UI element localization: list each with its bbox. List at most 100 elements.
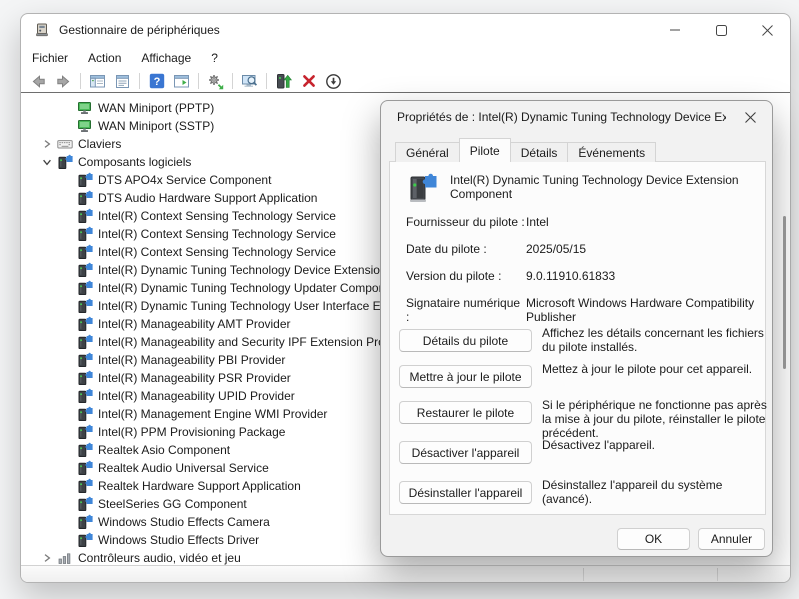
software-component-large-icon (403, 170, 439, 206)
minimize-button[interactable] (652, 14, 698, 46)
tree-item-label: Intel(R) Manageability AMT Provider (98, 317, 291, 331)
field-label: Date du pilote : (406, 242, 526, 256)
software-component-icon (77, 262, 93, 278)
menu-fichier[interactable]: Fichier (23, 48, 77, 68)
uninstall-icon (301, 73, 317, 89)
titlebar[interactable]: Gestionnaire de périphériques (21, 14, 790, 46)
scan-hardware-changes-button[interactable] (203, 71, 228, 92)
software-component-icon (77, 226, 93, 242)
close-icon (745, 112, 756, 123)
ok-button[interactable]: OK (617, 528, 690, 550)
remote-computer-button[interactable] (237, 71, 262, 92)
tree-item-label: Intel(R) Dynamic Tuning Technology Devic… (98, 263, 387, 277)
forward-button[interactable] (51, 71, 76, 92)
disable-icon (325, 73, 342, 90)
maximize-button[interactable] (698, 14, 744, 46)
disable-device-button[interactable]: Désactiver l'appareil (399, 441, 532, 464)
driver-field: Version du pilote :9.0.11910.61833 (406, 269, 756, 283)
help-button[interactable]: ? (144, 71, 169, 92)
software-component-icon (77, 388, 93, 404)
screen: Gestionnaire de périphériques FichierAct… (0, 0, 799, 599)
software-component-icon (77, 478, 93, 494)
window-title: Gestionnaire de périphériques (59, 23, 220, 37)
tree-item-label: Intel(R) PPM Provisioning Package (98, 425, 285, 439)
dialog-close-button[interactable] (740, 107, 760, 127)
tree-item-label: WAN Miniport (SSTP) (98, 119, 214, 133)
field-label: Fournisseur du pilote : (406, 215, 526, 229)
software-component-icon (77, 172, 93, 188)
roll-back-driver-button[interactable]: Restaurer le pilote (399, 401, 532, 424)
update-driver-toolbar-button[interactable] (271, 71, 296, 92)
tab-evenements[interactable]: Événements (567, 142, 656, 162)
software-component-icon (77, 244, 93, 260)
computer-search-icon (241, 73, 258, 90)
close-icon (762, 25, 773, 36)
tree-item-label: Intel(R) Context Sensing Technology Serv… (98, 227, 336, 241)
forward-arrow-icon (55, 73, 72, 90)
tree-item-label: Intel(R) Manageability PBI Provider (98, 353, 285, 367)
field-value: 2025/05/15 (526, 242, 756, 256)
tree-item-label: Contrôleurs audio, vidéo et jeu (78, 551, 241, 565)
action-description: Affichez les détails concernant les fich… (542, 326, 768, 354)
tree-item-label: Intel(R) Dynamic Tuning Technology User … (98, 299, 387, 313)
disable-device-toolbar-button[interactable] (321, 71, 346, 92)
audio-controller-icon (57, 550, 73, 566)
cancel-button[interactable]: Annuler (698, 528, 765, 550)
update-driver-button[interactable]: Mettre à jour le pilote (399, 365, 532, 388)
tree-item-label: Intel(R) Manageability UPID Provider (98, 389, 295, 403)
console-tree-icon (89, 73, 106, 90)
update-driver-icon (275, 73, 292, 90)
action-description: Si le périphérique ne fonctionne pas apr… (542, 398, 768, 440)
back-arrow-icon (30, 73, 47, 90)
uninstall-device-toolbar-button[interactable] (296, 71, 321, 92)
help-icon: ? (149, 73, 165, 89)
tab-pilote[interactable]: Pilote (459, 138, 511, 162)
show-console-tree-button[interactable] (85, 71, 110, 92)
field-label: Signataire numérique : (406, 296, 526, 324)
network-adapter-icon (77, 100, 93, 116)
action-pane-button[interactable] (169, 71, 194, 92)
network-adapter-icon (77, 118, 93, 134)
field-value: Microsoft Windows Hardware Compatibility… (526, 296, 756, 324)
software-component-icon (77, 298, 93, 314)
scan-hardware-icon (207, 73, 224, 90)
tree-item-label: Claviers (78, 137, 121, 151)
close-button[interactable] (744, 14, 790, 46)
software-component-icon (57, 154, 73, 170)
tree-item-label: Intel(R) Manageability and Security IPF … (98, 335, 391, 349)
toolbar: ? (21, 70, 790, 92)
statusbar-separator (583, 568, 584, 581)
chevron-collapsed-icon[interactable] (37, 135, 57, 153)
driver-details-button[interactable]: Détails du pilote (399, 329, 532, 352)
menu-affichage[interactable]: Affichage (132, 48, 200, 68)
properties-button[interactable] (110, 71, 135, 92)
tree-item-label: Intel(R) Management Engine WMI Provider (98, 407, 327, 421)
menu-action[interactable]: Action (79, 48, 130, 68)
properties-dialog: Propriétés de : Intel(R) Dynamic Tuning … (380, 100, 773, 557)
tree-item-label: Realtek Asio Component (98, 443, 230, 457)
toolbar-separator (139, 73, 140, 89)
field-value: Intel (526, 215, 756, 229)
statusbar (21, 565, 790, 582)
back-button[interactable] (26, 71, 51, 92)
software-component-icon (77, 460, 93, 476)
device-manager-app-icon (34, 22, 50, 38)
software-component-icon (77, 496, 93, 512)
field-value: 9.0.11910.61833 (526, 269, 756, 283)
action-pane-icon (173, 73, 190, 90)
maximize-icon (716, 25, 727, 36)
chevron-collapsed-icon[interactable] (37, 549, 57, 566)
tab-general[interactable]: Général (395, 142, 460, 162)
software-component-icon (77, 514, 93, 530)
tree-item-label: SteelSeries GG Component (98, 497, 247, 511)
toolbar-separator (198, 73, 199, 89)
uninstall-device-button[interactable]: Désinstaller l'appareil (399, 481, 532, 504)
menu-aide[interactable]: ? (202, 48, 227, 68)
software-component-icon (77, 406, 93, 422)
chevron-expanded-icon[interactable] (37, 153, 57, 171)
dialog-title: Propriétés de : Intel(R) Dynamic Tuning … (397, 110, 726, 124)
keyboard-icon (57, 136, 73, 152)
tab-details[interactable]: Détails (510, 142, 569, 162)
tree-item-label: Realtek Hardware Support Application (98, 479, 301, 493)
field-label: Version du pilote : (406, 269, 526, 283)
